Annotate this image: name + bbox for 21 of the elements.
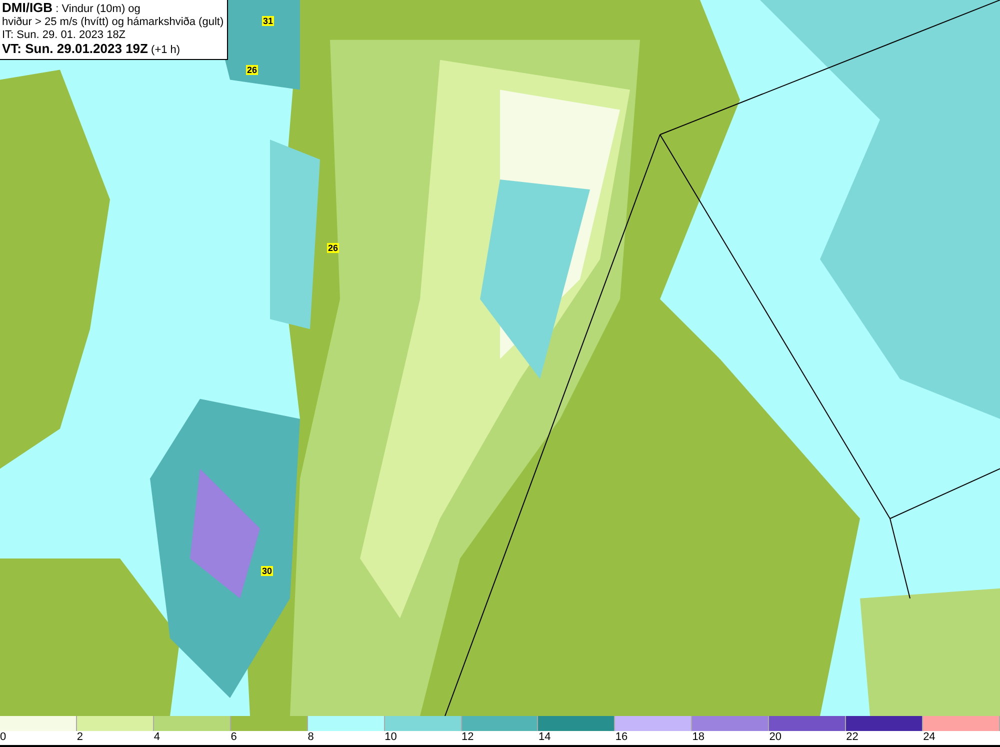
title-line: VT: Sun. 29.01.2023 19Z (+1 h) <box>2 42 182 57</box>
gust-label: 31 <box>262 16 274 26</box>
legend-label: 20 <box>769 731 782 744</box>
legend-label: 4 <box>154 731 160 744</box>
legend-label: 0 <box>0 731 6 744</box>
gust-label: 30 <box>261 566 274 576</box>
legend-label: 8 <box>308 731 314 744</box>
legend-label: 18 <box>692 731 705 744</box>
legend-label: 14 <box>538 731 551 744</box>
gust-label: 26 <box>246 65 258 75</box>
legend-label: 16 <box>615 731 628 744</box>
legend-label: 24 <box>923 731 936 744</box>
title-line: DMI/IGB : Vindur (10m) og <box>2 1 142 16</box>
legend-label: 12 <box>462 731 474 744</box>
title-line: hviður > 25 m/s (hvítt) og hámarkshviða (gult) <box>2 16 224 29</box>
gust-label: 26 <box>327 243 340 253</box>
legend-label: 2 <box>76 731 84 744</box>
legend-label: 22 <box>846 731 858 744</box>
legend-label: 6 <box>230 731 237 744</box>
legend-label: 10 <box>384 731 397 744</box>
title-line: IT: Sun. 29. 01. 2023 18Z <box>2 29 127 42</box>
